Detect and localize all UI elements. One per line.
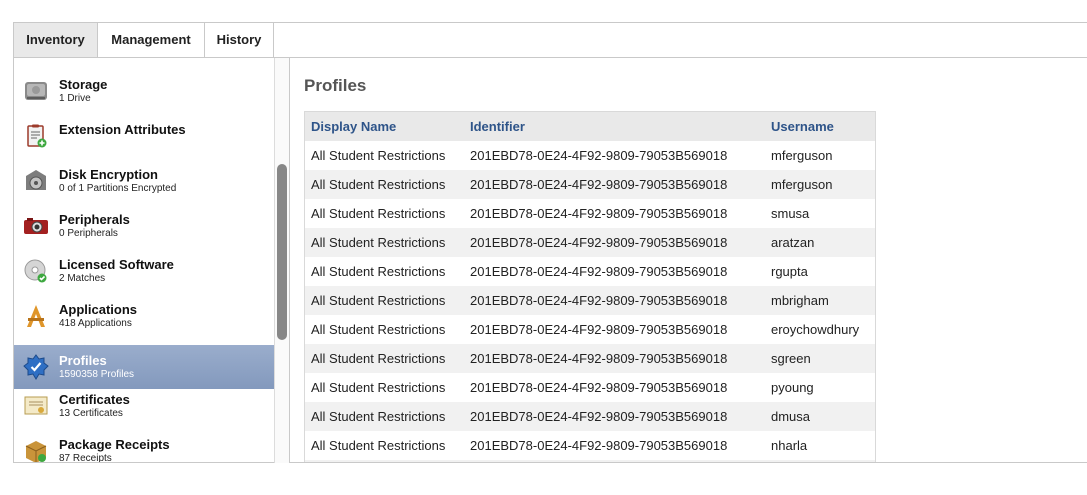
sidebar-item-subtitle: 87 Receipts [59, 453, 112, 463]
sidebar-item-package-receipts[interactable]: Package Receipts 87 Receipts [14, 429, 274, 463]
sidebar-item-title: Licensed Software [59, 257, 174, 272]
cell-identifier: 201EBD78-0E24-4F92-9809-79053B569018 [470, 438, 728, 453]
filevault-icon [23, 168, 49, 194]
top-tab-bar: Inventory Management History [13, 22, 1087, 58]
sidebar-item-licensed-software[interactable]: Licensed Software 2 Matches [14, 249, 274, 293]
cell-display-name: All Student Restrictions [311, 148, 446, 163]
sidebar-item-storage[interactable]: Storage 1 Drive [14, 69, 274, 113]
cell-identifier: 201EBD78-0E24-4F92-9809-79053B569018 [470, 293, 728, 308]
table-row[interactable]: All Student Restrictions 201EBD78-0E24-4… [305, 199, 875, 228]
sidebar-item-title: Peripherals [59, 212, 130, 227]
table-row[interactable]: All Student Restrictions 201EBD78-0E24-4… [305, 402, 875, 431]
cell-display-name: All Student Restrictions [311, 438, 446, 453]
cell-display-name: All Student Restrictions [311, 322, 446, 337]
cell-identifier: 201EBD78-0E24-4F92-9809-79053B569018 [470, 148, 728, 163]
cell-display-name: All Student Restrictions [311, 380, 446, 395]
sidebar-scrollbar[interactable] [274, 58, 290, 463]
cell-display-name: All Student Restrictions [311, 293, 446, 308]
cell-username: nharla [771, 438, 808, 453]
sidebar-item-subtitle: 2 Matches [59, 273, 106, 284]
column-header-username[interactable]: Username [771, 112, 834, 141]
cell-display-name: All Student Restrictions [311, 409, 446, 424]
table-row[interactable]: All Student Restrictions 201EBD78-0E24-4… [305, 373, 875, 402]
cell-identifier: 201EBD78-0E24-4F92-9809-79053B569018 [470, 409, 728, 424]
profile-badge-icon [23, 354, 49, 380]
cell-identifier: 201EBD78-0E24-4F92-9809-79053B569018 [470, 206, 728, 221]
sidebar-item-subtitle: 0 of 1 Partitions Encrypted [59, 183, 177, 194]
sidebar-item-subtitle: 418 Applications [59, 318, 132, 329]
sidebar-item-disk-encryption[interactable]: Disk Encryption 0 of 1 Partitions Encryp… [14, 159, 274, 203]
sidebar-item-title: Extension Attributes [59, 122, 186, 137]
sidebar-item-title: Profiles [59, 353, 107, 368]
table-row[interactable]: All Student Restrictions 201EBD78-0E24-4… [305, 170, 875, 199]
cell-username: aratzan [771, 235, 815, 250]
cell-display-name: All Student Restrictions [311, 235, 446, 250]
table-row[interactable]: All Student Restrictions 201EBD78-0E24-4… [305, 431, 875, 460]
tab-inventory[interactable]: Inventory [14, 23, 98, 57]
sidebar-item-subtitle: 1 Drive [59, 93, 91, 104]
tab-management[interactable]: Management [98, 23, 205, 57]
cell-username: smusa [771, 206, 810, 221]
main-content: Profiles Display Name Identifier Usernam… [290, 58, 1087, 463]
profiles-table: Display Name Identifier Username All Stu… [304, 111, 876, 462]
sidebar-item-title: Storage [59, 77, 108, 92]
hard-drive-icon [23, 78, 49, 104]
cell-display-name: All Student Restrictions [311, 351, 446, 366]
cell-identifier: 201EBD78-0E24-4F92-9809-79053B569018 [470, 264, 728, 279]
sidebar-item-title: Applications [59, 302, 138, 317]
package-icon [23, 438, 49, 462]
sidebar-item-subtitle: 0 Peripherals [59, 228, 118, 239]
tab-history[interactable]: History [205, 23, 274, 57]
cell-identifier: 201EBD78-0E24-4F92-9809-79053B569018 [470, 322, 728, 337]
cell-username: rgupta [771, 264, 808, 279]
cell-identifier: 201EBD78-0E24-4F92-9809-79053B569018 [470, 177, 728, 192]
table-row[interactable]: All Student Restrictions 201EBD78-0E24-4… [305, 228, 875, 257]
camera-icon [23, 213, 49, 239]
page-title: Profiles [304, 76, 367, 95]
sidebar-scrollbar-thumb[interactable] [277, 164, 287, 340]
sidebar-item-title: Package Receipts [59, 437, 170, 452]
certificate-icon [23, 393, 49, 419]
sidebar-item-subtitle: 13 Certificates [59, 408, 123, 419]
cell-username: sgreen [771, 351, 811, 366]
cell-display-name: All Student Restrictions [311, 177, 446, 192]
sidebar-item-profiles[interactable]: Profiles 1590358 Profiles [14, 345, 274, 389]
table-row[interactable]: All Student Restrictions 201EBD78-0E24-4… [305, 286, 875, 315]
cell-identifier: 201EBD78-0E24-4F92-9809-79053B569018 [470, 351, 728, 366]
column-header-display-name[interactable]: Display Name [311, 112, 396, 141]
table-row[interactable]: All Student Restrictions 201EBD78-0E24-4… [305, 141, 875, 170]
cell-display-name: All Student Restrictions [311, 264, 446, 279]
sidebar-item-peripherals[interactable]: Peripherals 0 Peripherals [14, 204, 274, 248]
table-header: Display Name Identifier Username [305, 112, 875, 141]
table-row[interactable]: All Student Restrictions 201EBD78-0E24-4… [305, 257, 875, 286]
licensed-disc-icon [23, 258, 49, 284]
cell-identifier: 201EBD78-0E24-4F92-9809-79053B569018 [470, 380, 728, 395]
sidebar-item-extension-attributes[interactable]: Extension Attributes [14, 114, 274, 158]
table-row[interactable] [305, 460, 875, 462]
sidebar-item-title: Disk Encryption [59, 167, 158, 182]
clipboard-add-icon [23, 123, 49, 149]
cell-username: eroychowdhury [771, 322, 860, 337]
applications-icon [23, 303, 49, 329]
cell-username: mbrigham [771, 293, 829, 308]
table-row[interactable]: All Student Restrictions 201EBD78-0E24-4… [305, 344, 875, 373]
cell-display-name: All Student Restrictions [311, 206, 446, 221]
inventory-sidebar: Storage 1 Drive Extension Attributes Dis… [13, 58, 274, 463]
cell-username: dmusa [771, 409, 811, 424]
table-row[interactable]: All Student Restrictions 201EBD78-0E24-4… [305, 315, 875, 344]
cell-identifier: 201EBD78-0E24-4F92-9809-79053B569018 [470, 235, 728, 250]
sidebar-item-certificates[interactable]: Certificates 13 Certificates [14, 384, 274, 428]
sidebar-item-applications[interactable]: Applications 418 Applications [14, 294, 274, 338]
column-header-identifier[interactable]: Identifier [470, 112, 525, 141]
cell-username: mferguson [771, 148, 833, 163]
cell-username: pyoung [771, 380, 814, 395]
sidebar-item-title: Certificates [59, 392, 130, 407]
sidebar-item-subtitle: 1590358 Profiles [59, 369, 135, 380]
cell-username: mferguson [771, 177, 833, 192]
